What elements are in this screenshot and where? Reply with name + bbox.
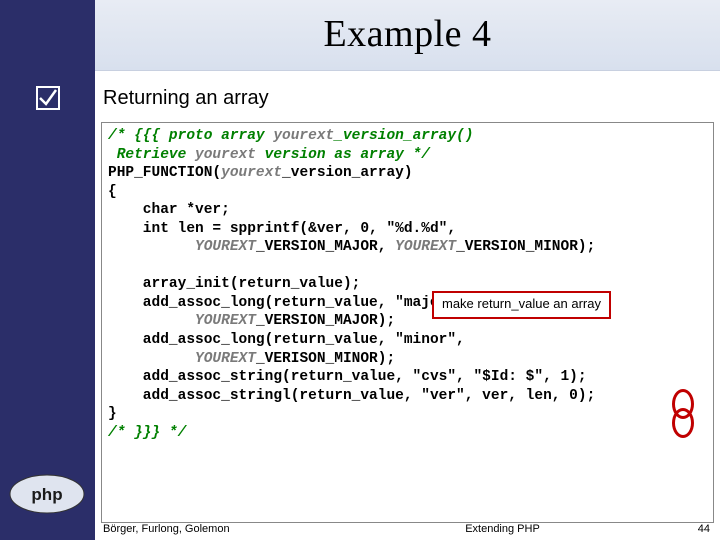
- code-text: _version_array): [282, 165, 413, 181]
- code-text: add_assoc_long(return_value, "minor",: [108, 332, 465, 348]
- code-text: version as array */: [256, 147, 430, 163]
- code-text: array_init(return_value);: [108, 276, 360, 292]
- code-text: yourext: [195, 147, 256, 163]
- code-text: add_assoc_stringl(return_value, "ver", v…: [108, 388, 595, 404]
- code-text: _VERSION_MAJOR);: [256, 313, 395, 329]
- code-text: /* }}} */: [108, 425, 186, 441]
- code-text: _version_array(): [334, 128, 473, 144]
- slide-subtitle: Returning an array: [103, 87, 720, 110]
- code-text: PHP_FUNCTION(: [108, 165, 221, 181]
- annotation-callout: make return_value an array: [432, 291, 611, 319]
- footer-title: Extending PHP: [325, 523, 680, 535]
- code-text: yourext: [221, 165, 282, 181]
- subtitle-band: Returning an array: [95, 71, 720, 122]
- footer-page: 44: [680, 523, 720, 535]
- code-text: /* {{{ proto array: [108, 128, 273, 144]
- code-text: add_assoc_long(return_value, "major",: [108, 295, 465, 311]
- code-text: int len = spprintf(&ver, 0, "%d.%d",: [108, 221, 456, 237]
- code-text: _VERSION_MAJOR,: [256, 239, 395, 255]
- php-logo-icon: php: [8, 473, 86, 515]
- code-text: [108, 313, 195, 329]
- content: Example 4 Returning an array /* {{{ prot…: [95, 0, 720, 540]
- code-text: [108, 351, 195, 367]
- code-text: yourext: [273, 128, 334, 144]
- code-text: char *ver;: [108, 202, 230, 218]
- code-text: YOUREXT: [395, 239, 456, 255]
- code-text: }: [108, 406, 117, 422]
- oval-highlight-icon: [672, 408, 694, 438]
- checkmark-box-icon: [36, 86, 60, 110]
- code-text: Retrieve: [108, 147, 195, 163]
- code-text: _VERSION_MINOR);: [456, 239, 595, 255]
- code-text: [108, 239, 195, 255]
- slide: php Example 4 Returning an array /* {{{ …: [0, 0, 720, 540]
- sidebar: php: [0, 0, 95, 540]
- slide-title: Example 4: [95, 12, 720, 56]
- code-text: add_assoc_string(return_value, "cvs", "$…: [108, 369, 587, 385]
- code-text: _VERISON_MINOR);: [256, 351, 395, 367]
- code-text: YOUREXT: [195, 313, 256, 329]
- code-text: YOUREXT: [195, 351, 256, 367]
- title-band: Example 4: [95, 0, 720, 71]
- code-block: /* {{{ proto array yourext_version_array…: [101, 122, 714, 523]
- code-text: YOUREXT: [195, 239, 256, 255]
- footer-authors: Börger, Furlong, Golemon: [95, 523, 325, 535]
- footer: Börger, Furlong, Golemon Extending PHP 4…: [95, 518, 720, 540]
- code-text: {: [108, 184, 117, 200]
- svg-text:php: php: [31, 485, 62, 504]
